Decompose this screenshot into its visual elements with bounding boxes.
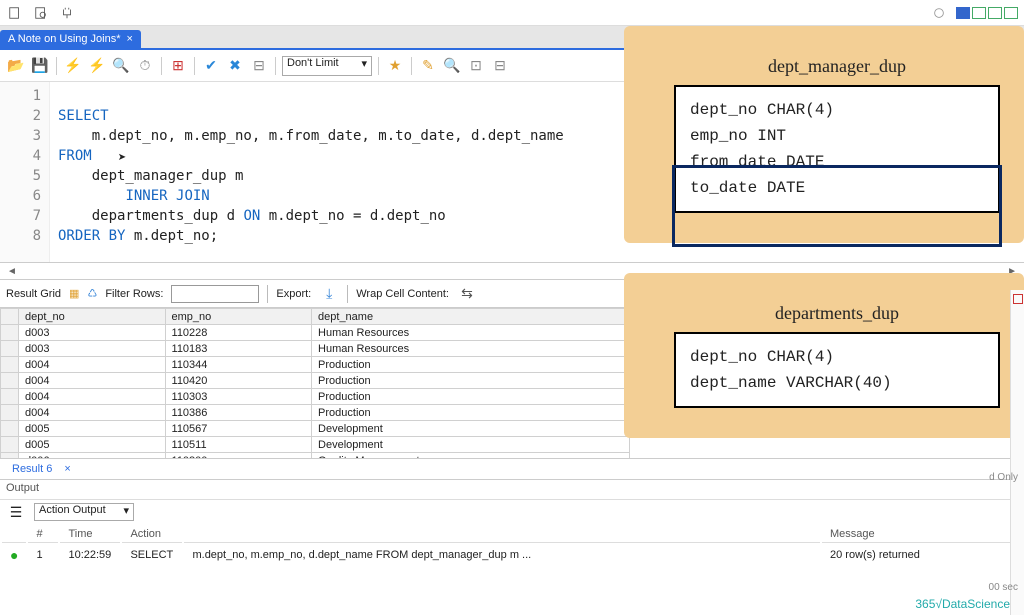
- autocommit-icon[interactable]: ⊟: [249, 56, 269, 76]
- table-row[interactable]: d006110800Quality Management: [1, 453, 630, 459]
- table-row[interactable]: d004110303Production: [1, 389, 630, 405]
- commit-icon[interactable]: ✔: [201, 56, 221, 76]
- refresh-icon[interactable]: [930, 4, 948, 22]
- side-text-1: d Only: [964, 470, 1024, 485]
- rollback-icon[interactable]: ✖: [225, 56, 245, 76]
- filter-input[interactable]: [171, 285, 259, 303]
- log-message: 20 row(s) returned: [822, 545, 1022, 565]
- log-row[interactable]: ● 1 10:22:59 SELECT m.dept_no, m.emp_no,…: [2, 545, 1022, 565]
- app-top-toolbar: [0, 0, 1024, 26]
- result-grid-toolbar: Result Grid ▦ ♺ Filter Rows: Export: ⤓ W…: [0, 280, 1024, 308]
- output-action-bar: ☰ Action Output: [0, 500, 1024, 524]
- filter-toggle-icon[interactable]: ♺: [87, 287, 97, 300]
- output-list-icon[interactable]: ☰: [6, 502, 26, 522]
- code-body[interactable]: SELECT m.dept_no, m.emp_no, m.from_date,…: [50, 82, 1024, 262]
- result-grid[interactable]: dept_noemp_nodept_name d003110228Human R…: [0, 308, 1024, 458]
- output-header: Output: [0, 480, 1024, 500]
- table-row[interactable]: d003110183Human Resources: [1, 341, 630, 357]
- output-type-select[interactable]: Action Output: [34, 503, 134, 521]
- wrap-label: Wrap Cell Content:: [356, 288, 449, 300]
- explain-icon[interactable]: 🔍: [111, 56, 131, 76]
- sql-editor[interactable]: 12345678 SELECT m.dept_no, m.emp_no, m.f…: [0, 82, 1024, 262]
- side-text-2: 00 sec: [964, 580, 1024, 595]
- scroll-left-icon[interactable]: ◄: [4, 266, 20, 277]
- log-num: 1: [28, 545, 58, 565]
- wrap-icon[interactable]: ⇆: [457, 284, 477, 304]
- result-tab-close-icon[interactable]: ×: [58, 461, 76, 477]
- side-strip: [1010, 290, 1024, 615]
- open-icon[interactable]: 📂: [6, 56, 26, 76]
- editor-scrollbar[interactable]: ◄ ►: [0, 262, 1024, 280]
- scroll-right-icon[interactable]: ►: [1004, 266, 1020, 277]
- doc-nav-icon[interactable]: [6, 4, 24, 22]
- output-log: #TimeActionMessage ● 1 10:22:59 SELECT m…: [0, 524, 1024, 567]
- log-detail: m.dept_no, m.emp_no, d.dept_name FROM de…: [184, 545, 820, 565]
- table-row[interactable]: d004110420Production: [1, 373, 630, 389]
- execute-step-icon[interactable]: ⚡: [87, 56, 107, 76]
- row-limit-select[interactable]: Don't Limit: [282, 56, 372, 76]
- line-gutter: 12345678: [0, 82, 50, 262]
- table-row[interactable]: d004110386Production: [1, 405, 630, 421]
- filter-label: Filter Rows:: [105, 288, 163, 300]
- beautify-icon[interactable]: ✎: [418, 56, 438, 76]
- result-tab-bar: Result 6 ×: [0, 458, 1024, 480]
- status-ok-icon: ●: [10, 547, 18, 563]
- search-doc-icon[interactable]: [32, 4, 50, 22]
- editor-tab[interactable]: A Note on Using Joins* ×: [0, 30, 141, 48]
- grid-icon[interactable]: ▦: [69, 287, 79, 300]
- export-icon[interactable]: ⤓: [319, 284, 339, 304]
- toggle-icon-2[interactable]: ⊟: [490, 56, 510, 76]
- log-time: 10:22:59: [60, 545, 120, 565]
- export-label: Export:: [276, 288, 311, 300]
- execute-icon[interactable]: ⚡: [63, 56, 83, 76]
- save-icon[interactable]: 💾: [30, 56, 50, 76]
- schema-icon[interactable]: ⊞: [168, 56, 188, 76]
- table-row[interactable]: d005110511Development: [1, 437, 630, 453]
- stop-icon[interactable]: ⏱: [135, 56, 155, 76]
- tab-title: A Note on Using Joins*: [8, 33, 121, 45]
- tab-close-icon[interactable]: ×: [127, 33, 133, 45]
- table-row[interactable]: d005110567Development: [1, 421, 630, 437]
- find-icon[interactable]: 🔍: [442, 56, 462, 76]
- table-row[interactable]: d003110228Human Resources: [1, 325, 630, 341]
- side-square-icon[interactable]: [1013, 294, 1023, 304]
- favorite-icon[interactable]: ★: [385, 56, 405, 76]
- log-action: SELECT: [122, 545, 182, 565]
- result-tab[interactable]: Result 6: [6, 461, 58, 477]
- toggle-icon-1[interactable]: ⊡: [466, 56, 486, 76]
- tab-bar: A Note on Using Joins* ×: [0, 26, 1024, 50]
- brand-watermark: 365√DataScience: [915, 597, 1010, 611]
- window-layout-boxes[interactable]: [956, 7, 1018, 19]
- table-row[interactable]: d004110344Production: [1, 357, 630, 373]
- result-grid-label: Result Grid: [6, 288, 61, 300]
- editor-toolbar: 📂 💾 ⚡ ⚡ 🔍 ⏱ ⊞ ✔ ✖ ⊟ Don't Limit ★ ✎ 🔍 ⊡ …: [0, 50, 1024, 82]
- plug-icon[interactable]: [58, 4, 76, 22]
